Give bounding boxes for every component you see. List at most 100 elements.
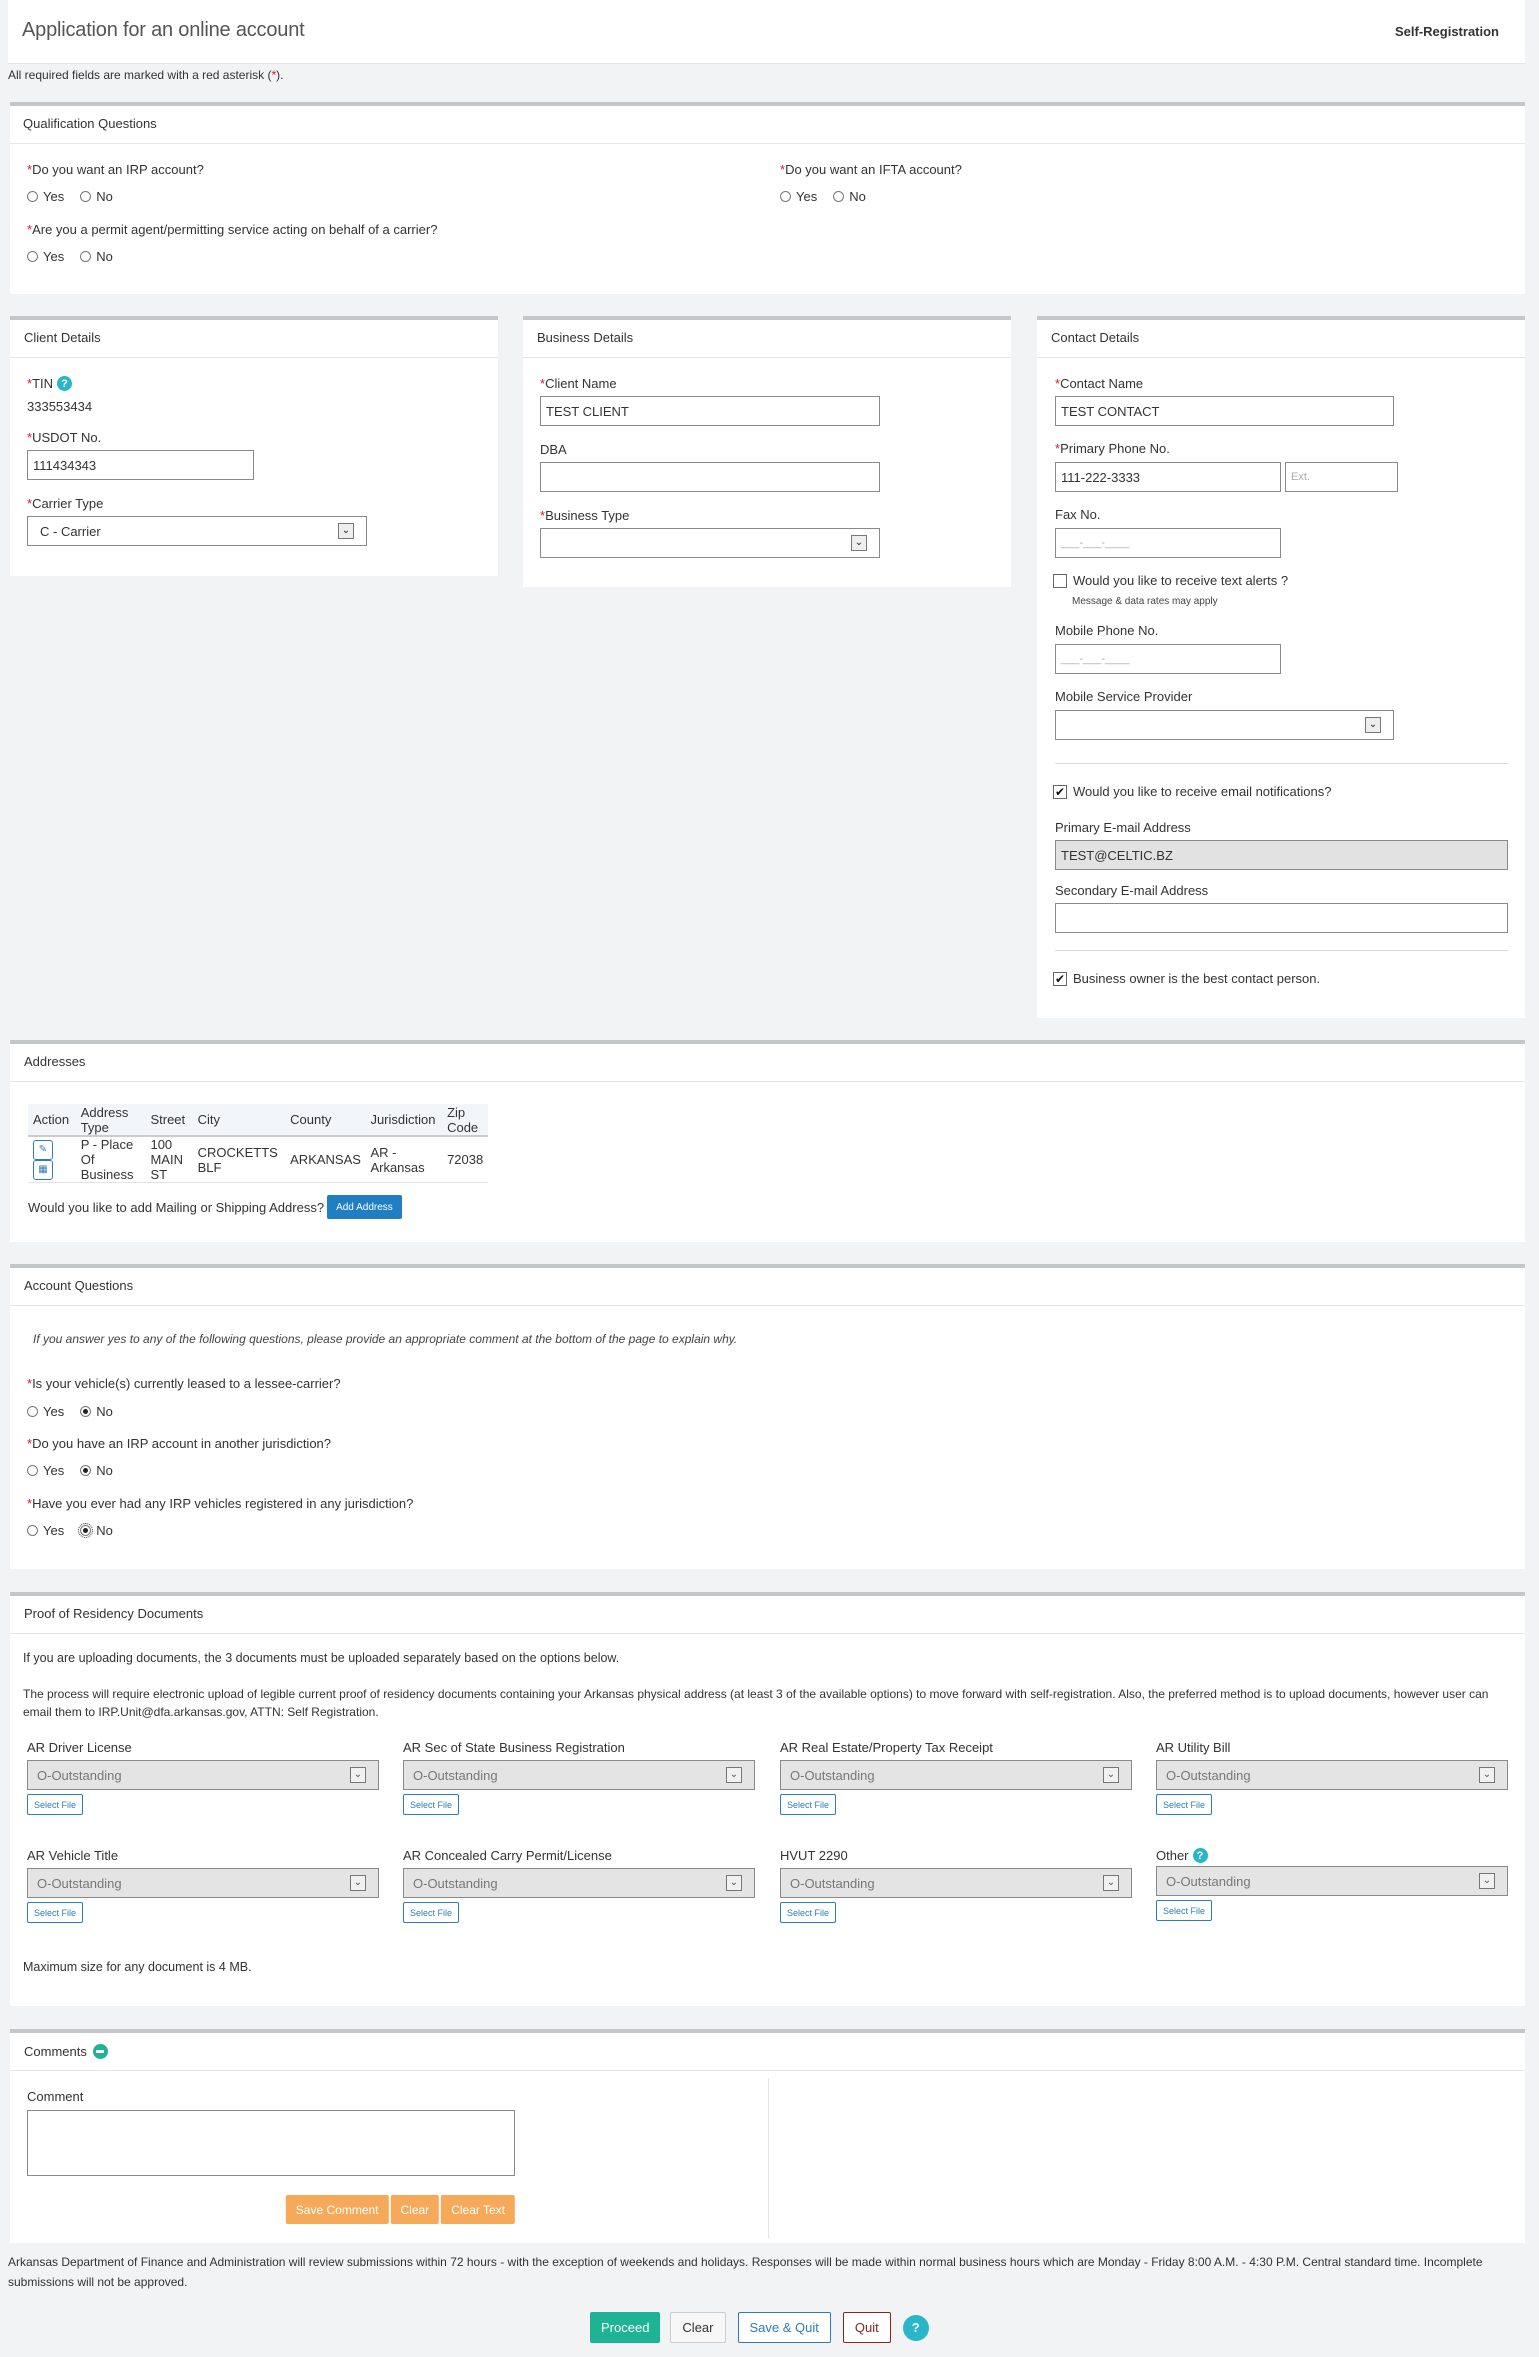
collapse-icon[interactable] — [92, 2044, 108, 2059]
select-file-button[interactable]: Select File — [27, 1794, 84, 1815]
panel-title: Proof of Residency Documents — [10, 1596, 1525, 1634]
radio-icon[interactable] — [80, 1465, 92, 1476]
primary-phone-input[interactable]: 111-222-3333 — [1055, 462, 1281, 492]
permit-agent-question: *Are you a permit agent/permitting servi… — [27, 222, 438, 237]
phone-ext-input[interactable]: Ext. — [1285, 462, 1398, 492]
tin-label: *TIN? — [27, 376, 73, 391]
fax-input[interactable]: ___-___-____ — [1055, 528, 1281, 558]
chevron-down-icon: ⌄ — [726, 1767, 742, 1783]
radio-icon[interactable] — [27, 1465, 38, 1476]
document-status-select[interactable]: O-Outstanding ⌄ — [780, 1760, 1132, 1790]
business-type-select[interactable]: ⌄ — [540, 528, 880, 558]
radio-icon[interactable] — [78, 1523, 94, 1538]
document-status-select[interactable]: O-Outstanding ⌄ — [1156, 1866, 1508, 1896]
permit-agent-no-option[interactable]: No — [80, 249, 113, 264]
select-file-button[interactable]: Select File — [403, 1902, 460, 1923]
chevron-down-icon: ⌄ — [1479, 1873, 1495, 1889]
radio-icon[interactable] — [80, 191, 92, 202]
leased-yes-option[interactable]: Yes — [27, 1404, 64, 1419]
irp-no-option[interactable]: No — [80, 189, 113, 204]
owner-contact-label: Business owner is the best contact perso… — [1073, 971, 1321, 986]
help-icon[interactable]: ? — [57, 376, 73, 391]
quit-button[interactable]: Quit — [842, 2312, 891, 2343]
clear-text-button[interactable]: Clear Text — [441, 2195, 515, 2224]
other-jurisdiction-yes-option[interactable]: Yes — [27, 1463, 64, 1478]
mobile-label: Mobile Phone No. — [1055, 623, 1159, 638]
help-icon[interactable]: ? — [902, 2314, 929, 2341]
panel-title: Business Details — [523, 320, 1011, 358]
radio-icon[interactable] — [80, 1406, 92, 1417]
radio-icon[interactable] — [80, 251, 92, 262]
footer-actions: Proceed Clear Save & Quit Quit ? — [590, 2312, 929, 2343]
client-name-label: *Client Name — [540, 376, 617, 391]
irp-yes-option[interactable]: Yes — [27, 189, 64, 204]
clear-button[interactable]: Clear — [670, 2312, 726, 2343]
document-item: AR Concealed Carry Permit/License O-Outs… — [403, 1848, 755, 1923]
select-file-button[interactable]: Select File — [780, 1794, 837, 1815]
text-alerts-checkbox[interactable] — [1053, 573, 1067, 588]
dba-input[interactable] — [540, 462, 880, 492]
select-file-button[interactable]: Select File — [403, 1794, 460, 1815]
registered-vehicles-yes-option[interactable]: Yes — [27, 1523, 64, 1538]
document-status-select[interactable]: O-Outstanding ⌄ — [403, 1868, 755, 1898]
clear-comment-button[interactable]: Clear — [390, 2195, 440, 2224]
col-address-type: Address Type — [75, 1104, 146, 1137]
document-status-select[interactable]: O-Outstanding ⌄ — [27, 1868, 379, 1898]
other-jurisdiction-no-option[interactable]: No — [80, 1463, 113, 1478]
comment-textarea[interactable] — [27, 2110, 515, 2176]
radio-icon[interactable] — [27, 1406, 38, 1417]
email-notif-row[interactable]: ✔ Would you like to receive email notifi… — [1053, 784, 1331, 799]
radio-icon[interactable] — [780, 191, 791, 202]
help-icon[interactable]: ? — [1192, 1848, 1208, 1863]
select-file-button[interactable]: Select File — [27, 1902, 84, 1923]
leased-no-option[interactable]: No — [80, 1404, 113, 1419]
col-county: County — [285, 1104, 366, 1137]
email-notif-checkbox[interactable]: ✔ — [1053, 784, 1067, 799]
select-file-button[interactable]: Select File — [780, 1902, 837, 1923]
carrier-type-select[interactable]: C - Carrier ⌄ — [27, 516, 367, 546]
add-address-button[interactable]: Add Address — [327, 1195, 402, 1219]
mobile-input[interactable]: ___-___-____ — [1055, 644, 1281, 674]
divider — [1055, 763, 1508, 764]
account-questions-panel: Account Questions If you answer yes to a… — [10, 1264, 1525, 1569]
action-cell: ✎▦ — [28, 1136, 76, 1183]
text-alerts-row[interactable]: Would you like to receive text alerts ? — [1053, 573, 1288, 588]
primary-email-input[interactable]: TEST@CELTIC.BZ — [1055, 840, 1508, 870]
owner-contact-row[interactable]: ✔ Business owner is the best contact per… — [1053, 971, 1320, 986]
document-status-select[interactable]: O-Outstanding ⌄ — [403, 1760, 755, 1790]
residency-panel: Proof of Residency Documents If you are … — [10, 1592, 1525, 2006]
radio-icon[interactable] — [27, 251, 38, 262]
col-city: City — [192, 1104, 286, 1137]
city-cell: CROCKETTS BLF — [192, 1136, 286, 1183]
chevron-down-icon: ⌄ — [726, 1875, 742, 1891]
proceed-button[interactable]: Proceed — [590, 2312, 661, 2343]
ifta-yes-option[interactable]: Yes — [780, 189, 817, 204]
provider-select[interactable]: ⌄ — [1055, 710, 1394, 740]
usdot-input[interactable]: 111434343 — [27, 450, 254, 480]
secondary-email-input[interactable] — [1055, 903, 1508, 933]
map-icon[interactable]: ▦ — [33, 1159, 53, 1180]
zip-cell: 72038 — [442, 1136, 488, 1183]
contact-name-input[interactable]: TEST CONTACT — [1055, 396, 1394, 426]
owner-contact-checkbox[interactable]: ✔ — [1053, 971, 1067, 986]
document-status-select[interactable]: O-Outstanding ⌄ — [27, 1760, 379, 1790]
radio-icon[interactable] — [833, 191, 845, 202]
radio-icon[interactable] — [27, 1525, 38, 1536]
save-quit-button[interactable]: Save & Quit — [737, 2312, 831, 2343]
permit-agent-radio-group: Yes No — [27, 249, 125, 264]
save-comment-button[interactable]: Save Comment — [285, 2195, 389, 2224]
client-name-input[interactable]: TEST CLIENT — [540, 396, 880, 426]
document-status-select[interactable]: O-Outstanding ⌄ — [780, 1868, 1132, 1898]
ifta-no-option[interactable]: No — [833, 189, 866, 204]
radio-icon[interactable] — [27, 191, 38, 202]
panel-title: Comments — [10, 2033, 1525, 2071]
registered-vehicles-no-option[interactable]: No — [78, 1523, 113, 1538]
document-status-select[interactable]: O-Outstanding ⌄ — [1156, 1760, 1508, 1790]
col-action: Action — [28, 1104, 76, 1137]
select-file-button[interactable]: Select File — [1156, 1900, 1213, 1921]
edit-pencil-icon[interactable]: ✎ — [33, 1139, 53, 1160]
permit-agent-yes-option[interactable]: Yes — [27, 249, 64, 264]
select-file-button[interactable]: Select File — [1156, 1794, 1213, 1815]
irp-question: *Do you want an IRP account? — [27, 162, 204, 177]
panel-title: Addresses — [10, 1044, 1525, 1082]
